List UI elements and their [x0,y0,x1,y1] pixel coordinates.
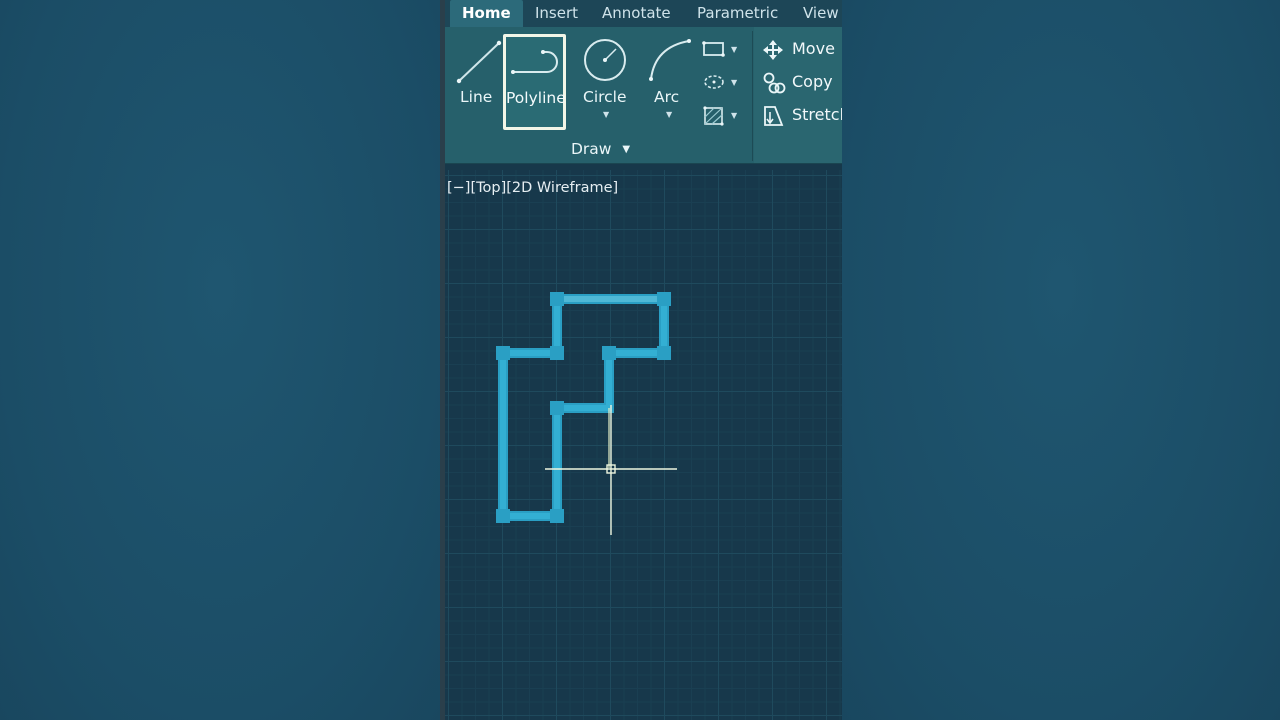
ellipse-icon [704,75,724,89]
arc-icon [649,39,691,81]
modify-panel: Move Copy Stretch [754,27,842,163]
line-icon [456,40,502,84]
hatch-tool-button[interactable]: ▼ [698,103,743,129]
draw-panel-label: Draw [571,140,612,158]
circle-icon [584,39,626,81]
ribbon-home-panel: Line Polyline Circle ▼ Arc ▼ ▼ ▼ ▼ Draw … [445,27,842,164]
ellipse-tool-button[interactable]: ▼ [698,70,743,96]
stretch-tool-label: Stretch [792,105,842,124]
caret-down-icon[interactable]: ▼ [666,110,672,119]
tab-view[interactable]: View [803,4,839,22]
crosshair-cursor-icon [545,405,677,535]
caret-down-icon[interactable]: ▼ [603,110,609,119]
panel-divider [752,31,753,161]
polyline-tool-button[interactable]: Polyline [503,34,566,130]
arc-tool-button[interactable]: Arc ▼ [645,33,695,123]
ribbon-tab-bar: Home Insert Annotate Parametric View [445,0,842,27]
line-tool-button[interactable]: Line [449,33,503,113]
polyline-icon [511,50,558,74]
stretch-icon [764,106,784,126]
drawing-canvas[interactable]: [−][Top][2D Wireframe] [445,170,842,720]
caret-down-icon[interactable]: ▼ [731,111,737,120]
tab-insert[interactable]: Insert [535,4,578,22]
move-tool-label: Move [792,39,835,58]
arc-tool-label: Arc [654,88,680,106]
copy-tool-label: Copy [792,72,833,91]
video-backdrop-left [0,0,440,720]
caret-down-icon[interactable]: ▼ [731,78,737,87]
circle-tool-button[interactable]: Circle ▼ [577,33,631,123]
move-arrows-icon [763,40,783,60]
draw-panel-menu[interactable]: Draw ▼ [571,140,630,158]
polyline-tool-label: Polyline [506,89,566,107]
caret-down-icon[interactable]: ▼ [731,45,737,54]
copy-icon [763,72,786,94]
drawing-layer [496,292,677,535]
caret-down-icon: ▼ [622,144,631,155]
hatch-icon [703,106,724,126]
line-tool-label: Line [460,88,493,106]
tab-home[interactable]: Home [450,0,523,27]
tab-annotate[interactable]: Annotate [602,4,671,22]
tab-parametric[interactable]: Parametric [697,4,778,22]
rectangle-icon [702,41,725,57]
polyline-shape[interactable] [498,294,669,521]
cad-application-window: Home Insert Annotate Parametric View Lin… [440,0,842,720]
video-backdrop-right [842,0,1280,720]
circle-tool-label: Circle [583,88,627,106]
rectangle-tool-button[interactable]: ▼ [698,37,743,63]
